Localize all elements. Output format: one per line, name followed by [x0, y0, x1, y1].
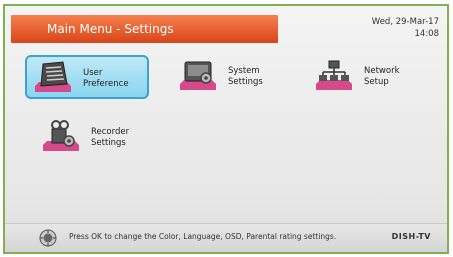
clock-date: Wed, 29-Mar-17 — [371, 17, 439, 27]
system-settings-icon — [180, 61, 216, 90]
header-bar: Main Menu - Settings — [11, 15, 278, 43]
footer-hint-bar: Press OK to change the Color, Language, … — [5, 223, 447, 252]
menu-item-label: Network Setup — [364, 66, 400, 87]
menu-item-recorder-settings[interactable]: Recorder Settings — [35, 116, 159, 160]
menu-item-label: System Settings — [228, 66, 263, 87]
menu-item-label: User Preference — [83, 68, 129, 89]
footer-hint-text: Press OK to change the Color, Language, … — [69, 232, 337, 241]
clock-time: 14:08 — [414, 29, 440, 39]
menu-item-label: Recorder Settings — [91, 127, 130, 148]
menu-item-network-setup[interactable]: Network Setup — [308, 55, 432, 99]
brand-logo: DISH-TV — [391, 232, 431, 241]
clock: Wed, 29-Mar-17 14:08 — [372, 16, 439, 40]
page-title: Main Menu - Settings — [47, 22, 174, 36]
menu-item-user-preference[interactable]: User Preference — [25, 55, 149, 99]
settings-screen: Main Menu - Settings Wed, 29-Mar-17 14:0… — [3, 4, 449, 254]
network-setup-icon — [316, 60, 352, 90]
menu-item-system-settings[interactable]: System Settings — [172, 55, 296, 99]
recorder-settings-icon — [43, 120, 79, 151]
ok-button-icon — [39, 229, 57, 247]
user-preference-icon — [35, 61, 71, 92]
